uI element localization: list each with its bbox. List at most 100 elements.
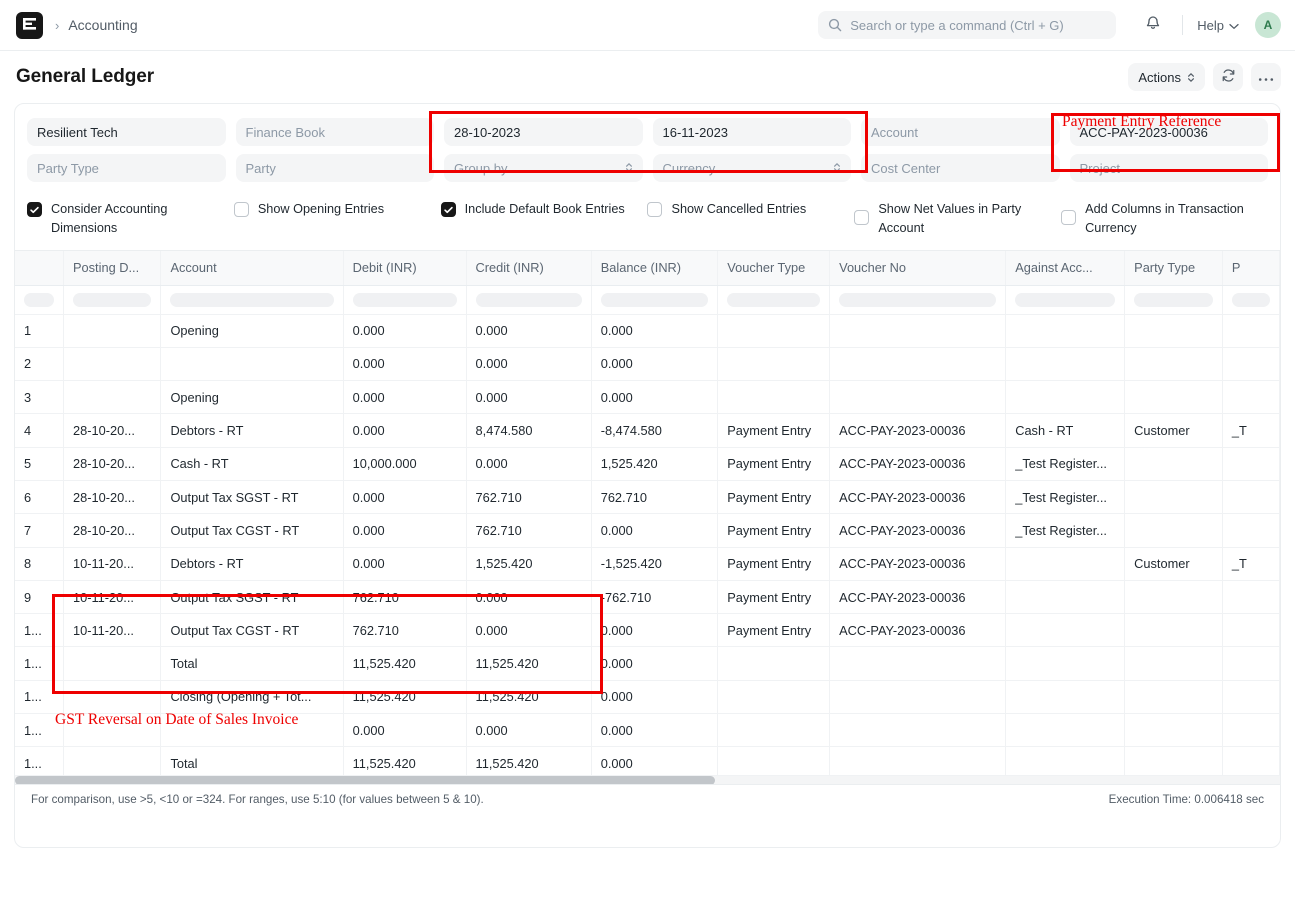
filter-cell-index[interactable] (15, 285, 64, 315)
help-menu[interactable]: Help (1197, 18, 1239, 33)
checkbox-add-columns-in-transaction-currency[interactable]: Add Columns in Transaction Currency (1061, 200, 1268, 238)
filter-project[interactable]: Project (1069, 154, 1268, 182)
checkbox-show-cancelled-entries[interactable]: Show Cancelled Entries (647, 200, 854, 219)
filter-cell-credit[interactable] (466, 285, 592, 315)
filter-company-value: Resilient Tech (37, 124, 118, 140)
cell-debit: 0.000 (343, 713, 467, 748)
checkbox-include-default-book-entries[interactable]: Include Default Book Entries (440, 200, 648, 219)
filter-account[interactable]: Account (861, 118, 1060, 146)
table-row[interactable]: 1... 0.000 0.000 0.000 (15, 713, 1280, 748)
cell-credit: 0.000 (466, 314, 592, 348)
col-against-account[interactable]: Against Acc... (1005, 251, 1126, 286)
table-row[interactable]: 8 10-11-20... Debtors - RT 0.000 1,525.4… (15, 547, 1280, 581)
cell-debit: 0.000 (343, 347, 467, 382)
notifications-button[interactable] (1138, 10, 1168, 40)
cell-account: Debtors - RT (160, 413, 344, 448)
cell-party-type (1124, 513, 1223, 548)
filter-cell-posting-date[interactable] (63, 285, 162, 315)
refresh-icon (1221, 68, 1236, 86)
filter-to-date[interactable]: 16-11-2023 (652, 118, 851, 146)
filter-cell-party[interactable] (1222, 285, 1280, 315)
checkbox-box[interactable] (854, 210, 870, 225)
filter-currency-placeholder: Currency (662, 160, 716, 176)
cell-account: Output Tax SGST - RT (160, 480, 344, 515)
checkbox-show-net-values-in-party-account[interactable]: Show Net Values in Party Account (854, 200, 1061, 238)
filter-cell-against-account[interactable] (1005, 285, 1126, 315)
filter-finance-book[interactable]: Finance Book (235, 118, 434, 146)
cell-against-account (1005, 380, 1126, 415)
table-row[interactable]: 6 28-10-20... Output Tax SGST - RT 0.000… (15, 480, 1280, 515)
filter-pill (170, 292, 334, 307)
col-credit[interactable]: Credit (INR) (466, 251, 592, 286)
execution-time: Execution Time: 0.006418 sec (1108, 792, 1264, 806)
filter-cell-account[interactable] (160, 285, 344, 315)
table-row[interactable]: 5 28-10-20... Cash - RT 10,000.000 0.000… (15, 447, 1280, 481)
checkbox-box[interactable] (647, 202, 663, 217)
cell-party-type (1124, 314, 1223, 348)
cell-voucher-no: ACC-PAY-2023-00036 (829, 547, 1007, 581)
col-posting-date[interactable]: Posting D... (63, 251, 162, 286)
filter-party[interactable]: Party (235, 154, 434, 182)
actions-button[interactable]: Actions (1128, 63, 1205, 91)
col-voucher-type[interactable]: Voucher Type (717, 251, 831, 286)
more-options-button[interactable] (1251, 63, 1281, 91)
table-row[interactable]: 1... Total 11,525.420 11,525.420 0.000 (15, 646, 1280, 681)
col-party-type[interactable]: Party Type (1124, 251, 1223, 286)
table-row[interactable]: 2 0.000 0.000 0.000 (15, 347, 1280, 382)
checkbox-box[interactable] (440, 202, 456, 217)
table-filter-row (15, 285, 1280, 315)
checkbox-consider-accounting-dimensions[interactable]: Consider Accounting Dimensions (27, 200, 234, 238)
breadcrumb-accounting[interactable]: Accounting (68, 17, 137, 33)
cell-credit: 11,525.420 (466, 646, 592, 681)
cell-balance: 0.000 (591, 613, 719, 648)
checkbox-label: Consider Accounting Dimensions (51, 202, 168, 235)
table-row[interactable]: 1... Closing (Opening + Tot... 11,525.42… (15, 680, 1280, 715)
col-party[interactable]: P (1222, 251, 1280, 286)
filter-cost-center[interactable]: Cost Center (861, 154, 1060, 182)
filter-company[interactable]: Resilient Tech (27, 118, 226, 146)
filter-cell-party-type[interactable] (1124, 285, 1223, 315)
col-index[interactable] (15, 251, 64, 286)
filter-cell-balance[interactable] (591, 285, 719, 315)
col-account[interactable]: Account (160, 251, 344, 286)
filter-cell-voucher-type[interactable] (717, 285, 831, 315)
help-label: Help (1197, 17, 1224, 33)
filter-currency[interactable]: Currency (652, 154, 851, 182)
refresh-button[interactable] (1213, 63, 1243, 91)
cell-index: 2 (15, 347, 64, 382)
cell-balance: 762.710 (591, 480, 719, 515)
search-bar[interactable] (818, 11, 1117, 39)
col-voucher-no[interactable]: Voucher No (829, 251, 1007, 286)
filter-cell-voucher-no[interactable] (829, 285, 1007, 315)
app-logo-icon[interactable] (16, 11, 43, 39)
search-input[interactable] (850, 17, 1107, 33)
checkbox-show-opening-entries[interactable]: Show Opening Entries (233, 200, 441, 219)
filter-party-type[interactable]: Party Type (27, 154, 226, 182)
table-row[interactable]: 4 28-10-20... Debtors - RT 0.000 8,474.5… (15, 413, 1280, 448)
filter-cell-debit[interactable] (343, 285, 467, 315)
breadcrumb-separator: › (55, 17, 60, 33)
col-balance[interactable]: Balance (INR) (591, 251, 719, 286)
search-icon (828, 18, 842, 32)
table-row[interactable]: 9 10-11-20... Output Tax SGST - RT 762.7… (15, 580, 1280, 615)
horizontal-scrollbar[interactable] (15, 774, 1280, 785)
checkbox-box[interactable] (233, 202, 249, 217)
checkbox-box[interactable] (27, 202, 42, 217)
cell-posting-date: 10-11-20... (63, 547, 162, 581)
avatar[interactable]: A (1255, 12, 1281, 38)
cell-against-account (1005, 547, 1126, 581)
checkbox-box[interactable] (1061, 210, 1077, 225)
datatable-scroll-area[interactable]: Posting D... Account Debit (INR) Credit … (15, 251, 1280, 814)
chevron-down-icon (1229, 18, 1239, 33)
table-header-row: Posting D... Account Debit (INR) Credit … (15, 251, 1280, 286)
col-debit[interactable]: Debit (INR) (343, 251, 467, 286)
table-row[interactable]: 1... 10-11-20... Output Tax CGST - RT 76… (15, 613, 1280, 648)
table-row[interactable]: 3 Opening 0.000 0.000 0.000 (15, 380, 1280, 415)
cell-voucher-no: ACC-PAY-2023-00036 (829, 413, 1007, 448)
filter-group-by[interactable]: Group by (444, 154, 643, 182)
cell-party (1222, 580, 1280, 615)
table-row[interactable]: 1 Opening 0.000 0.000 0.000 (15, 314, 1280, 348)
filter-from-date[interactable]: 28-10-2023 (444, 118, 643, 146)
filter-voucher-no[interactable]: ACC-PAY-2023-00036 (1069, 118, 1268, 146)
table-row[interactable]: 7 28-10-20... Output Tax CGST - RT 0.000… (15, 513, 1280, 548)
